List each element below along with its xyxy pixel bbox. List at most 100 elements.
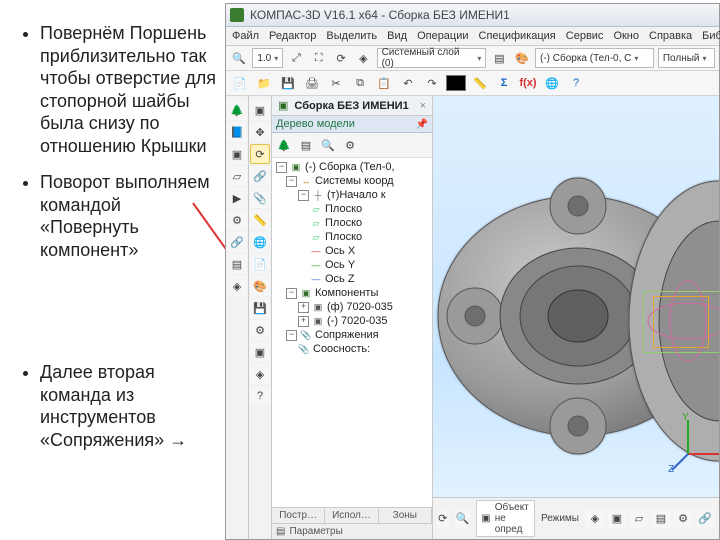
paste-icon[interactable]: 📋 (374, 73, 394, 93)
tree-constraints[interactable]: Сопряжения (315, 329, 379, 341)
tree-plane[interactable]: Плоско (325, 231, 362, 243)
copy-icon[interactable]: ⧉ (350, 73, 370, 93)
viewmode-select[interactable]: Полный▾ (658, 48, 715, 68)
menu-spec[interactable]: Спецификация (479, 30, 556, 42)
tree-tool-icon[interactable]: ⚙ (340, 135, 360, 155)
strip-icon[interactable]: ⚙ (250, 320, 270, 340)
zoom-tool-icon[interactable]: ⤢ (287, 48, 305, 68)
tree-component-item[interactable]: (ф) 7020-035 (327, 301, 393, 313)
fx-icon[interactable]: f(x) (518, 73, 538, 93)
tree-systems[interactable]: Системы коорд (315, 175, 394, 187)
plane-icon[interactable]: ▱ (227, 166, 247, 186)
tree-tool-icon[interactable]: 🌲 (274, 135, 294, 155)
menu-edit[interactable]: Редактор (269, 30, 316, 42)
menu-service[interactable]: Сервис (566, 30, 604, 42)
gear-icon[interactable]: ⚙ (227, 210, 247, 230)
globe-icon[interactable]: 🌐 (542, 73, 562, 93)
instruction-bullets: Повернём Поршень приблизительно так чтоб… (18, 22, 218, 465)
play-icon[interactable]: ▶ (227, 188, 247, 208)
sigma-icon[interactable]: Σ (494, 73, 514, 93)
tree-constraint-item[interactable]: Соосность: (313, 343, 370, 355)
save-icon[interactable]: 💾 (278, 73, 298, 93)
open-icon[interactable]: 📁 (254, 73, 274, 93)
clip-icon[interactable]: 📎 (250, 188, 270, 208)
tree-component-item[interactable]: (-) 7020-035 (327, 315, 388, 327)
tree-origin[interactable]: (т)Начало к (327, 189, 386, 201)
strip-icon[interactable]: ▤ (227, 254, 247, 274)
tab-exec[interactable]: Испол… (325, 508, 378, 523)
layer-select[interactable]: Системный слой (0)▾ (377, 48, 487, 68)
tree-plane[interactable]: Плоско (325, 217, 362, 229)
tab-zones[interactable]: Зоны (379, 508, 432, 523)
chain-icon[interactable]: 🔗 (227, 232, 247, 252)
strip-icon[interactable]: ? (250, 386, 270, 406)
menubar[interactable]: Файл Редактор Выделить Вид Операции Спец… (226, 27, 719, 46)
book-icon[interactable]: 📘 (227, 122, 247, 142)
close-tab-icon[interactable]: × (420, 100, 426, 112)
mate-icon[interactable]: 🔗 (250, 166, 270, 186)
layers-icon[interactable]: ▤ (490, 48, 508, 68)
mode-icon[interactable]: ◈ (585, 509, 605, 529)
redo-icon[interactable]: ↷ (422, 73, 442, 93)
measure-icon[interactable]: 📏 (470, 73, 490, 93)
pin-icon[interactable]: 📌 (416, 119, 428, 130)
state-select[interactable]: (-) Сборка (Тел-0, С▾ (535, 48, 654, 68)
tree-tool-icon[interactable]: 🔍 (318, 135, 338, 155)
tree-tool-icon[interactable]: ▤ (296, 135, 316, 155)
strip-icon[interactable]: 🌐 (250, 232, 270, 252)
tab-build[interactable]: Постр… (272, 508, 325, 523)
status-icon[interactable]: 🔍 (455, 509, 471, 529)
mode-icon[interactable]: ▤ (651, 509, 671, 529)
mode-icon[interactable]: ⚙ (673, 509, 693, 529)
tree-toggle-icon[interactable]: 🌲 (227, 100, 247, 120)
axis-x-icon: — (310, 245, 322, 257)
rotate-view-icon[interactable]: ⟳ (332, 48, 350, 68)
rotate-gizmo-icon[interactable] (633, 271, 719, 381)
menu-help[interactable]: Справка (649, 30, 692, 42)
mode-icon[interactable]: 🔗 (695, 509, 715, 529)
scale-input[interactable]: 1.0▾ (252, 48, 283, 68)
menu-view[interactable]: Вид (387, 30, 407, 42)
print-icon[interactable]: 🖨 (302, 73, 322, 93)
menu-window[interactable]: Окно (613, 30, 639, 42)
iso-icon[interactable]: ◈ (354, 48, 372, 68)
tree-root[interactable]: (-) Сборка (Тел-0, (305, 161, 395, 173)
fit-icon[interactable]: ⛶ (310, 48, 328, 68)
parameters-tab[interactable]: ▤ Параметры (272, 523, 432, 539)
tree-axis[interactable]: Ось Y (325, 259, 355, 271)
status-icon[interactable]: ⟳ (437, 509, 449, 529)
menu-select[interactable]: Выделить (326, 30, 377, 42)
zoom-icon[interactable]: 🔍 (230, 48, 248, 68)
strip-icon[interactable]: 🎨 (250, 276, 270, 296)
mode-icon[interactable]: ▣ (607, 509, 627, 529)
menu-ops[interactable]: Операции (417, 30, 468, 42)
rotate-component-button[interactable]: ⟳ (250, 144, 270, 164)
strip-icon[interactable]: 💾 (250, 298, 270, 318)
strip-icon[interactable]: 📄 (250, 254, 270, 274)
add-part-icon[interactable]: ▣ (250, 100, 270, 120)
palette-icon[interactable]: 🎨 (513, 48, 531, 68)
strip-icon[interactable]: ◈ (227, 276, 247, 296)
tree-axis[interactable]: Ось X (325, 245, 355, 257)
tree-axis[interactable]: Ось Z (325, 273, 355, 285)
tree-components[interactable]: Компоненты (315, 287, 378, 299)
menu-libs[interactable]: Библиотеки (702, 30, 720, 42)
constraints-icon: 📎 (300, 329, 312, 341)
move-component-icon[interactable]: ✥ (250, 122, 270, 142)
mode-icon[interactable]: ▱ (629, 509, 649, 529)
cube-icon[interactable]: ▣ (227, 144, 247, 164)
line-color-picker[interactable] (446, 75, 466, 91)
tree-bottom-tabs[interactable]: Постр… Испол… Зоны (272, 507, 432, 523)
new-doc-icon[interactable]: 📄 (230, 73, 250, 93)
help-icon[interactable]: ? (566, 73, 586, 93)
document-tab[interactable]: ▣ Сборка БЕЗ ИМЕНИ1 × (272, 96, 432, 116)
tree-plane[interactable]: Плоско (325, 203, 362, 215)
model-tree[interactable]: −▣(-) Сборка (Тел-0, −↔Системы коорд −┼(… (272, 158, 432, 507)
strip-icon[interactable]: ◈ (250, 364, 270, 384)
undo-icon[interactable]: ↶ (398, 73, 418, 93)
model-viewport[interactable]: X Y Z ⟳ 🔍 ▣ Объект не опред Режимы ◈ (433, 96, 719, 539)
cut-icon[interactable]: ✂ (326, 73, 346, 93)
strip-icon[interactable]: ▣ (250, 342, 270, 362)
strip-icon[interactable]: 📏 (250, 210, 270, 230)
menu-file[interactable]: Файл (232, 30, 259, 42)
